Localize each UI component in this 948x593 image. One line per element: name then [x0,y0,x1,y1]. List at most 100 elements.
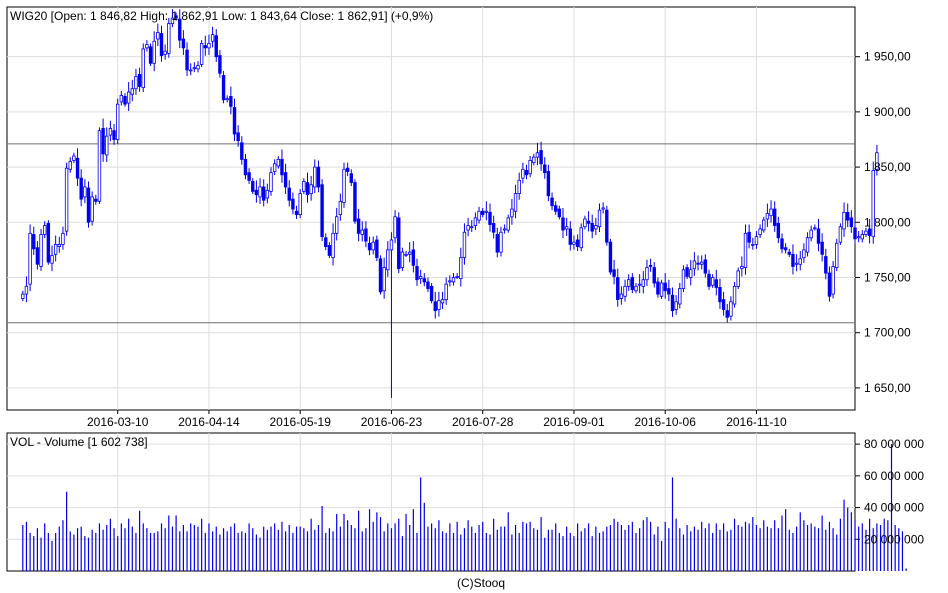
price-y-tick-label: 1 900,00 [864,105,911,119]
price-candle-body [517,179,521,194]
price-candle-body [276,158,280,167]
price-candle-body [397,217,401,270]
price-x-tick-label: 2016-11-10 [726,415,787,429]
price-candle-body [75,157,80,179]
price-candle-body [338,200,343,215]
price-candle-body [137,73,142,87]
price-candle-body [364,228,368,242]
price-candle-body [145,44,149,49]
price-candle-body [353,182,357,222]
price-candle-body [367,242,372,251]
price-candle-body [35,247,40,265]
price-candle-body [331,232,335,259]
price-candle-body [575,239,580,247]
price-candle-body [762,219,766,231]
price-candle-body [740,266,744,270]
price-candle-body [400,251,405,268]
price-candle-body [692,260,697,270]
price-candle-body [32,234,36,250]
price-plot-area [6,6,856,411]
price-candle-body [623,285,627,297]
price-candle-body [437,300,441,310]
price-candle-body [473,217,478,227]
price-candle-body [637,283,642,286]
price-candle-body [524,170,529,176]
price-y-tick-label: 1 800,00 [864,215,911,229]
price-candle-body [543,164,547,174]
price-candle-body [856,236,861,239]
price-candle-body [586,220,591,224]
price-candle-body [601,207,605,210]
price-candle-body [68,161,72,170]
price-candle-body [842,211,846,230]
price-candle-body [167,23,171,54]
price-candle-body [597,209,602,228]
price-candle-body [61,232,65,245]
price-candle-body [594,225,598,230]
price-candle-body [703,259,708,274]
price-candle-body [393,216,397,239]
price-candle-body [240,142,244,160]
price-candle-body [24,285,29,295]
price-candle-body [718,287,722,303]
price-candle-body [710,277,715,286]
price-candle-body [232,107,237,135]
price-candle-body [681,269,686,289]
price-candle-body [853,227,857,240]
price-candle-body [689,269,693,278]
price-candle-body [345,167,350,172]
price-candle-body [824,256,828,274]
price-candle-body [466,225,470,231]
price-candle-body [641,279,645,287]
price-candle-body [134,76,138,90]
price-candle-body [539,150,543,165]
price-candle-body [287,187,291,201]
price-candle-body [867,228,872,236]
price-candle-body [386,249,390,271]
price-candle-body [309,184,313,194]
price-candle-body [849,217,854,228]
price-x-tick-label: 2016-07-28 [452,415,514,429]
price-candle-body [459,257,463,280]
price-candle-body [521,168,525,179]
price-candle-body [765,213,770,220]
price-candle-body [462,231,467,259]
price-candle-body [382,267,386,292]
price-candle-body [773,208,777,227]
price-candle-body [488,211,492,225]
price-candle-body [831,266,835,295]
price-candle-body [634,285,638,292]
price-candle-body [313,166,317,188]
price-candle-body [827,272,832,297]
price-candle-body [123,96,127,105]
price-x-axis: 2016-03-10 2016-04-14 2016-05-19 2016-06-23… [87,410,787,429]
price-candle-body [754,236,759,245]
price-candle-body [590,223,594,232]
price-candle-body [342,168,346,203]
price-title: WIG20 [Open: 1 846,82 High: 1 862,91 Low… [10,9,433,23]
price-candle-body [141,48,145,89]
price-candle-body [802,249,806,259]
price-candle-body [484,210,489,213]
price-candle-body [349,173,353,183]
price-candle-body [608,241,613,273]
copyright-footer: (C)Stooq [457,576,505,590]
price-candle-body [371,241,375,251]
price-y-tick-label: 1 950,00 [864,50,911,64]
price-candle-body [251,181,255,192]
price-candle-body [448,280,452,283]
price-candle-body [156,31,160,40]
price-candle-body [440,299,445,304]
price-candle-body [663,282,667,292]
price-candle-body [835,242,839,268]
price-candle-body [627,279,631,287]
price-x-tick-label: 2016-03-10 [87,415,149,429]
price-candle-body [192,67,197,70]
price-y-tick-label: 1 850,00 [864,160,911,174]
price-candle-body [561,217,565,231]
price-y-tick-label: 1 650,00 [864,381,911,395]
price-candle-body [506,217,510,231]
price-candle-body [43,225,47,235]
price-candle-body [159,33,164,56]
price-candle-body [181,38,186,49]
